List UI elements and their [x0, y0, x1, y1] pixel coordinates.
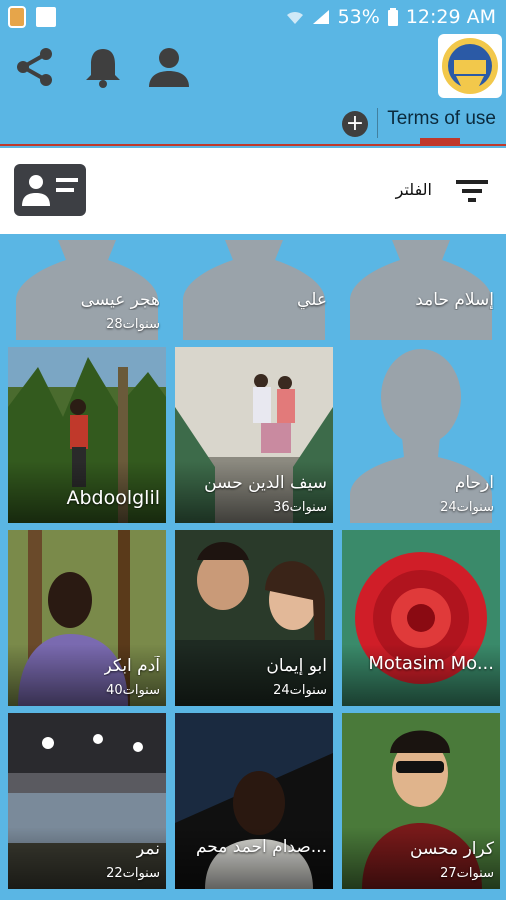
- person-icon[interactable]: [146, 44, 192, 90]
- profile-tile[interactable]: ابو إيمان 24سنوات: [175, 530, 333, 706]
- profile-age: 22سنوات: [106, 866, 160, 881]
- profile-name: ارحام: [454, 473, 494, 493]
- profile-name: آدم ابكر: [103, 656, 160, 676]
- bell-icon[interactable]: [80, 44, 126, 90]
- app-notification-icon: [8, 6, 26, 28]
- profile-tile[interactable]: إسلام حامد: [342, 240, 500, 340]
- tab-bar: + Terms of use: [0, 100, 506, 146]
- profile-tile[interactable]: صدام احمد محم...: [175, 713, 333, 889]
- profile-age: 24سنوات: [440, 500, 494, 515]
- profile-age: 40سنوات: [106, 683, 160, 698]
- status-bar: 53% 12:29 AM: [0, 0, 506, 34]
- placeholder-avatar-icon: [342, 347, 500, 523]
- filter-label[interactable]: الفلتر: [396, 180, 432, 199]
- clock: 12:29 AM: [405, 6, 496, 28]
- profile-name: كرار محسن: [410, 839, 494, 859]
- profile-tile[interactable]: كرار محسن 27سنوات: [342, 713, 500, 889]
- profile-age: 28سنوات: [106, 317, 160, 332]
- profile-tile[interactable]: ارحام 24سنوات: [342, 347, 500, 523]
- profile-tile[interactable]: سيف الدين حسن 36سنوات: [175, 347, 333, 523]
- profile-name: سيف الدين حسن: [204, 473, 327, 493]
- divider: [377, 108, 378, 138]
- profile-tile[interactable]: هجر عيسى 28سنوات: [8, 240, 166, 340]
- profile-name: علي: [297, 290, 327, 310]
- profile-tile[interactable]: Motasim Mo...: [342, 530, 500, 706]
- active-tab-indicator: [420, 138, 460, 146]
- app-logo: [438, 34, 502, 98]
- signal-icon: [312, 10, 329, 24]
- contact-card-icon[interactable]: [14, 164, 86, 216]
- profile-tile[interactable]: آدم ابكر 40سنوات: [8, 530, 166, 706]
- battery-percent: 53%: [337, 6, 380, 28]
- profile-name: هجر عيسى: [80, 290, 160, 310]
- profile-age: 24سنوات: [273, 683, 327, 698]
- profile-tile[interactable]: Abdoolglil: [8, 347, 166, 523]
- profile-name: Abdoolglil: [66, 487, 160, 509]
- profile-tile[interactable]: نمر 22سنوات: [8, 713, 166, 889]
- share-icon[interactable]: [12, 44, 58, 90]
- battery-icon: [387, 8, 398, 26]
- filter-bar: الفلتر: [0, 148, 506, 234]
- profile-name: صدام احمد محم...: [195, 837, 327, 857]
- profile-tile[interactable]: علي: [175, 240, 333, 340]
- add-button[interactable]: +: [342, 111, 368, 137]
- filter-icon[interactable]: [454, 174, 490, 208]
- profile-name: ابو إيمان: [266, 656, 327, 676]
- terms-of-use-tab[interactable]: Terms of use: [387, 108, 496, 130]
- app-bar: [0, 34, 506, 100]
- wifi-icon: [286, 11, 303, 24]
- profile-name: إسلام حامد: [415, 290, 494, 310]
- profile-name: Motasim Mo...: [368, 653, 494, 674]
- profile-age: 27سنوات: [440, 866, 494, 881]
- profile-age: 36سنوات: [273, 500, 327, 515]
- profile-name: نمر: [136, 839, 160, 859]
- notification-square-icon: [36, 7, 56, 27]
